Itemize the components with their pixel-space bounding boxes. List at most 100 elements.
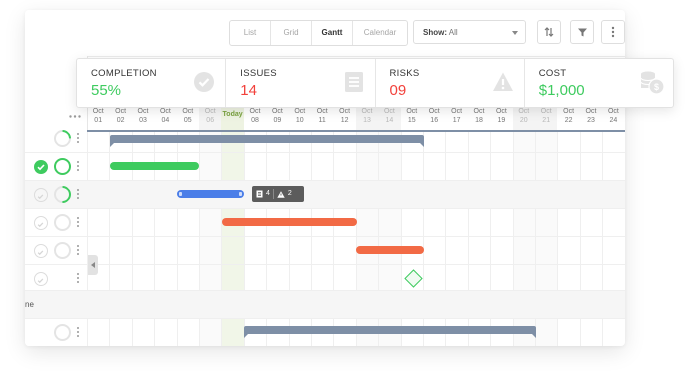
row-menu-icon[interactable] [77,161,79,173]
day-month-label: Oct [540,108,552,115]
progress-ring [54,158,71,175]
task-bar-selected[interactable] [177,190,244,198]
coins-icon: $ [640,71,665,95]
row-divider [25,180,625,181]
row-menu-icon[interactable] [77,273,79,285]
task-bar[interactable] [356,246,424,254]
day-month-label: Oct [204,108,216,115]
task-row-controls [25,153,87,181]
day-month-label: Oct [271,108,283,115]
day-month-label: Oct [294,108,306,115]
check-circle-icon [194,72,215,92]
task-complete-checkbox[interactable] [34,272,48,286]
day-number-label: 16 [430,116,439,124]
resize-handle-right[interactable] [239,192,242,196]
milestone-marker[interactable] [404,269,423,288]
checkmark-icon [37,250,44,256]
task-row-controls [25,209,87,237]
row-menu-icon[interactable] [77,133,79,145]
day-number-label: 12 [340,116,349,124]
row-divider [25,152,625,153]
view-switcher: List Grid Gantt Calendar [229,20,408,46]
day-number-label: 04 [161,116,170,124]
day-number-label: 17 [452,116,461,124]
warning-count: 2 [287,190,292,197]
tab-list[interactable]: List [230,21,271,45]
filter-button[interactable] [570,20,594,44]
row-divider [25,208,625,209]
task-complete-checkbox[interactable] [34,188,48,202]
task-issue-counter[interactable]: 4 2 [252,186,304,202]
day-number-label: 11 [318,116,326,124]
task-complete-checkbox[interactable] [34,244,48,258]
row-highlight [25,290,625,318]
tab-calendar[interactable]: Calendar [353,21,407,45]
row-menu-icon[interactable] [77,327,79,339]
day-month-label: Oct [361,108,373,115]
show-filter-select[interactable]: Show: All [413,20,526,44]
task-row-controls [25,125,87,153]
day-month-label: Oct [383,108,395,115]
day-number-label: 09 [273,116,282,124]
svg-text:$: $ [654,82,659,92]
show-label: Show: [423,28,447,37]
row-divider [25,236,625,237]
chevron-down-icon [512,31,518,35]
day-month-label: Oct [518,108,530,115]
day-month-label: Oct [137,108,149,115]
day-number-label: 08 [251,116,259,124]
day-number-label: 13 [363,116,371,124]
day-month-label: Oct [249,108,261,115]
day-number-label: 02 [116,116,125,124]
day-month-label: Oct [607,108,619,115]
day-month-label: Oct [495,108,507,115]
day-number-label: 10 [295,116,304,124]
sort-arrows-icon [544,27,554,37]
more-options-button[interactable] [601,20,625,44]
day-number-label: 22 [564,116,573,124]
day-month-label: Oct [159,108,171,115]
stat-completion: COMPLETION 55% [77,59,227,107]
task-row-controls [25,319,87,346]
progress-ring [54,324,71,341]
resize-handle-left[interactable] [179,192,182,196]
row-menu-icon[interactable] [77,245,79,257]
sort-button[interactable] [537,20,561,44]
row-highlight [25,180,625,208]
task-row-controls [25,181,87,209]
day-month-label: Oct [406,108,418,115]
day-number-label: 18 [475,116,483,124]
summary-task-bar[interactable] [244,326,536,338]
filter-icon [577,28,587,36]
day-number-label: 24 [609,116,618,124]
day-number-label: 01 [94,116,103,124]
warning-triangle-icon [277,190,285,198]
task-complete-checkbox[interactable] [34,216,48,230]
day-month-label: Oct [115,108,127,115]
day-month-label: Oct [182,108,194,115]
day-month-label: Oct [563,108,575,115]
day-month-label: Oct [473,108,485,115]
tab-gantt[interactable]: Gantt [312,21,353,45]
row-menu-icon[interactable] [77,189,79,201]
collapse-panel-toggle[interactable] [88,255,98,275]
checkmark-icon [37,222,44,228]
task-row-controls [25,265,87,293]
show-value: All [448,28,458,37]
document-icon [256,190,263,198]
task-bar[interactable] [222,218,357,226]
progress-ring [54,242,71,259]
row-menu-icon[interactable] [77,217,79,229]
task-complete-checkbox[interactable] [34,160,48,174]
day-month-label: Oct [339,108,351,115]
row-divider [25,290,625,291]
stat-issues: ISSUES 14 [226,59,376,107]
checkmark-icon [37,164,45,171]
checkmark-icon [37,194,44,200]
summary-task-bar[interactable] [110,135,424,147]
day-number-label: 06 [206,116,215,124]
day-number-label: 05 [183,116,192,124]
tab-grid[interactable]: Grid [271,21,312,45]
task-bar-completed[interactable] [110,162,199,170]
toolbar: List Grid Gantt Calendar Show: All [25,10,625,57]
